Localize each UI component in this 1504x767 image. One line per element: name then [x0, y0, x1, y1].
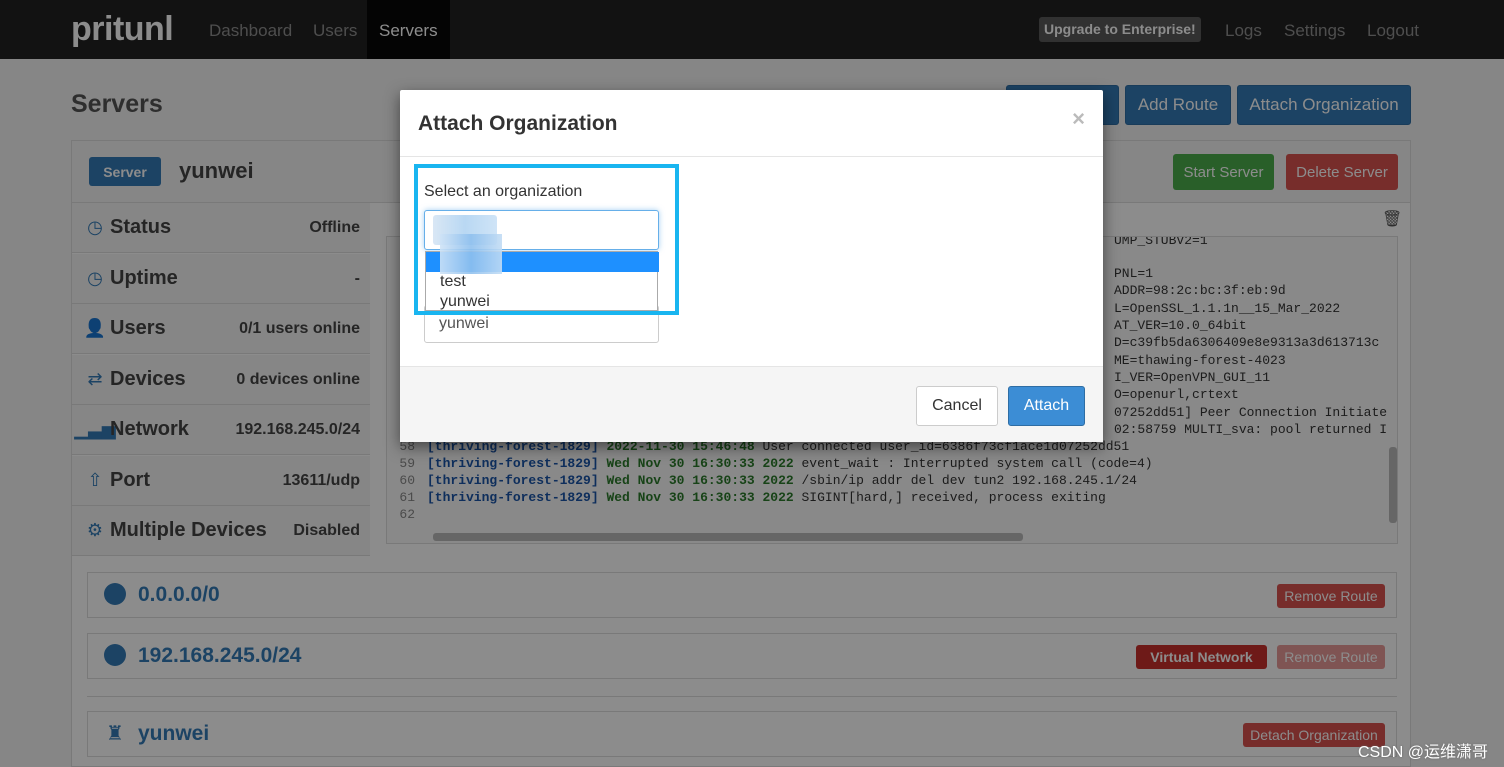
- modal-footer: Cancel Attach: [400, 366, 1103, 442]
- attach-button[interactable]: Attach: [1008, 386, 1085, 426]
- cancel-button[interactable]: Cancel: [916, 386, 998, 426]
- underlay-value: yunwei: [439, 315, 489, 332]
- close-icon[interactable]: ×: [1072, 106, 1085, 132]
- watermark: CSDN @运维潇哥: [1357, 744, 1488, 761]
- modal-title: Attach Organization: [418, 112, 618, 135]
- modal-divider: [400, 156, 1103, 157]
- highlight-annotation-box: [414, 164, 679, 315]
